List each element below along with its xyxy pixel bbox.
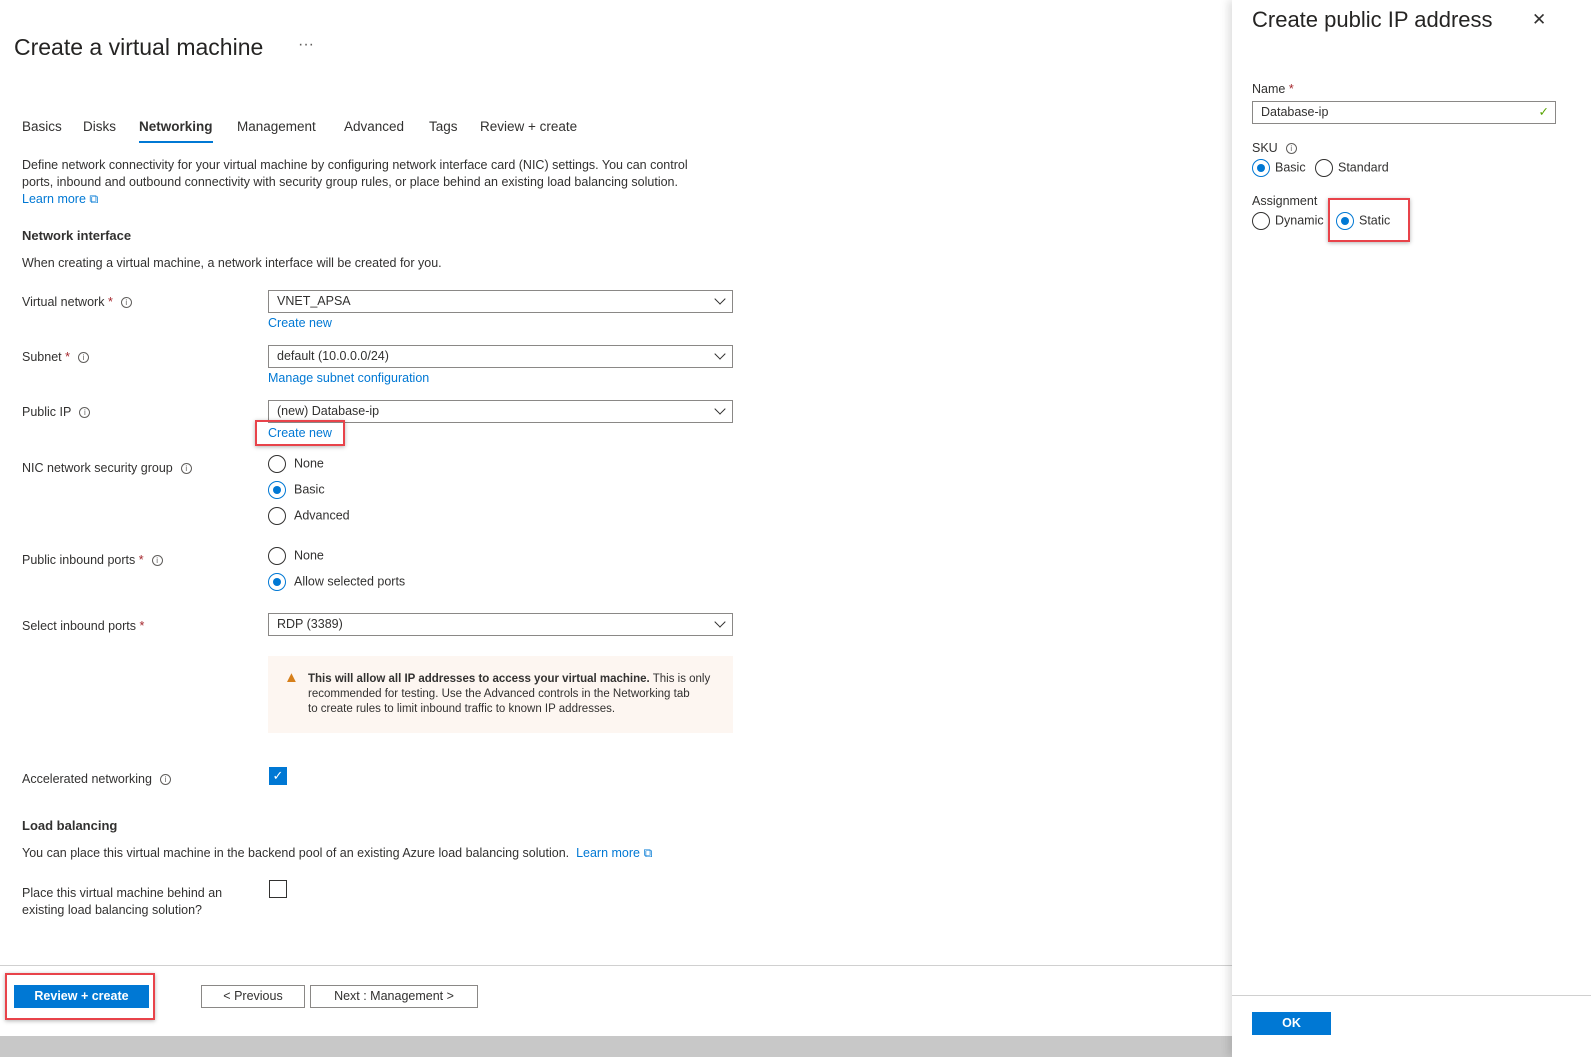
tab-tags[interactable]: Tags [429, 119, 458, 134]
create-new-public-ip-link[interactable]: Create new [268, 426, 332, 440]
info-icon[interactable]: i [159, 774, 171, 786]
section-heading: Load balancing [22, 818, 118, 833]
sku-radio-standard[interactable]: Standard [1315, 159, 1389, 177]
panel-footer-divider [1232, 995, 1591, 996]
inbound-ports-label: Public inbound ports * i [22, 553, 163, 567]
inbound-radio-allow[interactable]: Allow selected ports [268, 573, 405, 591]
create-public-ip-panel: Create public IP address ✕ Name * Databa… [1232, 0, 1591, 1057]
tab-basics[interactable]: Basics [22, 119, 62, 134]
tab-disks[interactable]: Disks [83, 119, 116, 134]
section-desc: When creating a virtual machine, a netwo… [22, 256, 442, 270]
accelerated-networking-label: Accelerated networking i [22, 772, 171, 786]
chevron-down-icon [714, 403, 726, 415]
chevron-down-icon [714, 348, 726, 360]
select-ports-label: Select inbound ports * [22, 619, 145, 633]
close-icon[interactable]: ✕ [1532, 10, 1546, 30]
tab-advanced[interactable]: Advanced [344, 119, 404, 134]
info-icon[interactable]: i [120, 297, 132, 309]
manage-subnet-link[interactable]: Manage subnet configuration [268, 371, 429, 385]
info-icon[interactable]: i [79, 407, 91, 419]
sku-radio-basic[interactable]: Basic [1252, 159, 1306, 177]
assignment-label: Assignment [1252, 194, 1318, 208]
external-link-icon: ⧉ [643, 846, 653, 860]
public-ip-label: Public IP i [22, 405, 91, 419]
learn-more-link[interactable]: Learn more [22, 192, 86, 206]
section-heading: Network interface [22, 228, 132, 243]
place-behind-lb-checkbox[interactable] [269, 880, 287, 898]
ok-button[interactable]: OK [1252, 1012, 1331, 1035]
accelerated-networking-checkbox[interactable]: ✓ [269, 767, 287, 785]
previous-button[interactable]: < Previous [201, 985, 305, 1008]
external-link-icon: ⧉ [89, 192, 99, 206]
sku-label: SKU i [1252, 141, 1297, 155]
info-icon[interactable]: i [180, 463, 192, 475]
nsg-radio-basic[interactable]: Basic [268, 481, 325, 499]
warning-box: ▲ This will allow all IP addresses to ac… [268, 656, 733, 733]
check-icon: ✓ [1538, 105, 1549, 119]
name-input[interactable]: Database-ip ✓ [1252, 101, 1556, 124]
info-icon[interactable]: i [151, 555, 163, 567]
chevron-down-icon [714, 293, 726, 305]
assignment-radio-static[interactable]: Static [1336, 212, 1390, 230]
info-icon[interactable]: i [1285, 143, 1297, 155]
tab-networking[interactable]: Networking [139, 119, 213, 143]
learn-more-link[interactable]: Learn more [576, 846, 640, 860]
section-desc: You can place this virtual machine in th… [22, 846, 653, 860]
footer-divider [0, 965, 1232, 966]
virtual-network-label: Virtual network * i [22, 295, 132, 309]
info-icon[interactable]: i [77, 352, 89, 364]
review-create-button[interactable]: Review + create [14, 985, 149, 1008]
subnet-label: Subnet * i [22, 350, 89, 364]
intro-text: ports, inbound and outbound connectivity… [22, 175, 678, 189]
chevron-down-icon [714, 616, 726, 628]
warning-icon: ▲ [284, 669, 299, 686]
tab-review-create[interactable]: Review + create [480, 119, 577, 134]
select-ports-select[interactable]: RDP (3389) [268, 613, 733, 636]
page-title: Create a virtual machine [14, 34, 264, 60]
name-label: Name * [1252, 82, 1294, 96]
panel-title: Create public IP address [1252, 7, 1493, 32]
horizontal-scrollbar[interactable] [0, 1036, 1232, 1057]
create-new-vnet-link[interactable]: Create new [268, 316, 332, 330]
nsg-label: NIC network security group i [22, 461, 192, 475]
nsg-radio-advanced[interactable]: Advanced [268, 507, 350, 525]
virtual-network-select[interactable]: VNET_APSA [268, 290, 733, 313]
intro-text: Define network connectivity for your vir… [22, 158, 688, 172]
tab-management[interactable]: Management [237, 119, 316, 134]
place-behind-lb-label: Place this virtual machine behind an exis… [22, 886, 223, 917]
nsg-radio-none[interactable]: None [268, 455, 324, 473]
intro: Define network connectivity for your vir… [22, 157, 688, 208]
subnet-select[interactable]: default (10.0.0.0/24) [268, 345, 733, 368]
inbound-radio-none[interactable]: None [268, 547, 324, 565]
next-button[interactable]: Next : Management > [310, 985, 478, 1008]
assignment-radio-dynamic[interactable]: Dynamic [1252, 212, 1324, 230]
more-options-button[interactable]: ··· [298, 36, 314, 54]
